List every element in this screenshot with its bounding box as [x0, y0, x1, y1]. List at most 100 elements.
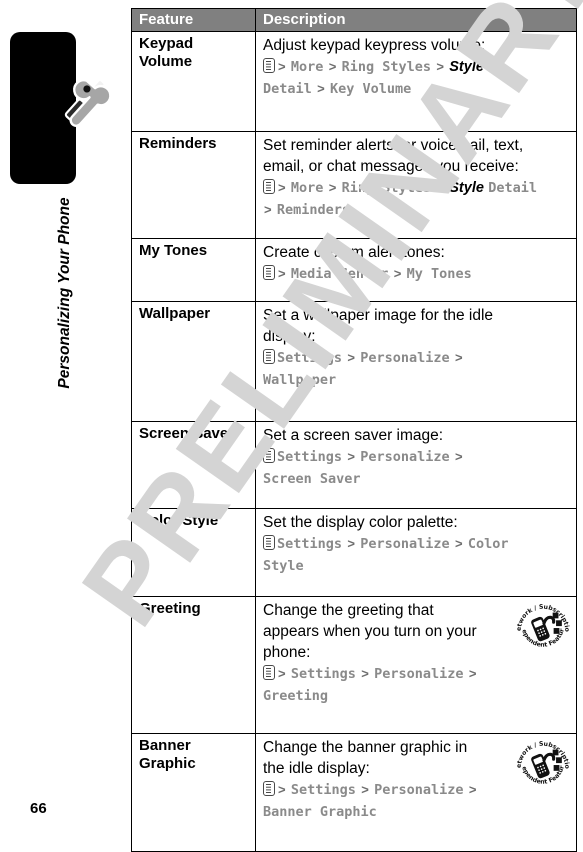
description-text: Set the display color palette: [263, 514, 458, 531]
table-row: My Tones Create custom alert tones: > Medi… [131, 238, 577, 302]
menu-path-item: My Tones [406, 266, 472, 282]
description-text: Adjust keypad keypress volume: [263, 37, 486, 54]
menu-path-separator: > [278, 782, 286, 797]
menu-path: > Media Center > My Tones [263, 263, 548, 285]
menu-path-item: More [290, 59, 324, 75]
table-row: Wallpaper Set a wallpaper image for the i… [131, 301, 577, 422]
menu-key-icon [263, 265, 275, 280]
menu-key-icon [263, 179, 275, 194]
menu-path-separator: > [328, 180, 337, 195]
menu-path-item: Personalize [360, 449, 450, 465]
menu-path-separator: > [347, 536, 355, 551]
wrench-screwdriver-icon [52, 72, 114, 134]
chapter-title-vertical: Personalizing Your Phone [56, 197, 73, 389]
menu-path-item: Key Volume [330, 81, 412, 97]
feature-name-cell: Keypad Volume [131, 31, 256, 132]
menu-path-item: Settings [277, 449, 343, 465]
menu-path-item: Ring Styles [341, 180, 432, 196]
feature-description-cell: Set a wallpaper image for the idle displ… [255, 301, 577, 422]
menu-key-icon [263, 349, 275, 364]
feature-name-cell: Color Style [131, 508, 256, 597]
menu-path-item: Detail [263, 81, 312, 97]
feature-description-cell: Set a screen saver image: Settings > Pers… [255, 421, 577, 509]
page-number: 66 [30, 800, 47, 817]
menu-path-item: Detail [488, 180, 538, 196]
table-header-row: Feature Description [131, 8, 577, 32]
chapter-sidebar: Personalizing Your Phone 66 [0, 0, 128, 837]
table-row: Reminders Set reminder alerts for voicema… [131, 131, 577, 239]
menu-path-item: Greeting [263, 688, 329, 704]
feature-name-cell: Wallpaper [131, 301, 256, 422]
menu-path-item: More [290, 180, 324, 196]
feature-description-cell: Set reminder alerts for voicemail, text,… [255, 131, 577, 239]
menu-path-item: Wallpaper [263, 372, 337, 388]
menu-path-separator: > [317, 81, 325, 96]
menu-path: Settings > Personalize > Screen Saver [263, 446, 511, 490]
menu-path-item: Media Center [290, 266, 389, 282]
menu-path: > More > Ring Styles > Style Detail > Ke… [263, 56, 511, 100]
menu-path-separator: > [454, 350, 463, 365]
menu-path-item: Personalize [374, 782, 464, 798]
network-subscription-dependent-feature-icon: Network / Subscription Dependent Feature [511, 732, 572, 795]
menu-path: > Settings > Personalize > Greeting [263, 663, 478, 707]
menu-path-item: Settings [290, 666, 356, 682]
network-subscription-dependent-feature-icon: Network / Subscription Dependent Feature [511, 595, 572, 658]
menu-path-separator: > [454, 449, 463, 464]
menu-path-item: Reminders [276, 202, 351, 218]
table-body: Keypad Volume Adjust keypad keypress volu… [131, 31, 577, 852]
menu-path-item: Screen Saver [263, 471, 361, 487]
menu-path-item: Ring Styles [341, 59, 432, 75]
menu-path-separator: > [347, 449, 355, 464]
menu-path-separator: > [278, 59, 286, 74]
table-row: Color Style Set the display color palette… [131, 508, 577, 597]
menu-path: > Settings > Personalize > Banner Graphi… [263, 779, 478, 823]
menu-path-separator: > [436, 180, 444, 195]
menu-path-separator: > [278, 666, 286, 681]
menu-path-variable: Style [449, 180, 484, 196]
menu-path-separator: > [436, 59, 444, 74]
feature-description-table: Feature Description Keypad Volume Adjust … [131, 8, 577, 852]
menu-path-separator: > [361, 666, 369, 681]
table-row: Greeting Network / Subscription Dependen… [131, 595, 577, 734]
feature-name-cell: Reminders [131, 131, 256, 239]
description-text: Set reminder alerts for voicemail, text,… [263, 137, 524, 175]
feature-name-cell: My Tones [131, 238, 256, 302]
table-row: Keypad Volume Adjust keypad keypress volu… [131, 31, 577, 132]
table-row: Banner Graphic Network / Subscription De… [131, 732, 577, 852]
menu-path-item: Banner Graphic [263, 804, 377, 820]
menu-path-separator: > [454, 536, 463, 551]
table-header: Feature Description [131, 8, 577, 32]
menu-path: Settings > Personalize > Wallpaper [263, 347, 511, 391]
menu-key-icon [263, 781, 275, 796]
menu-path: Settings > Personalize > Color Style [263, 533, 511, 577]
menu-path-variable: Style [449, 59, 484, 75]
menu-path-separator: > [264, 202, 272, 217]
column-header-feature: Feature [131, 8, 256, 32]
menu-path-separator: > [393, 266, 402, 281]
description-text: Set a screen saver image: [263, 427, 444, 444]
feature-description-cell: Network / Subscription Dependent Feature… [255, 595, 577, 734]
menu-key-icon [263, 448, 275, 463]
menu-key-icon [263, 58, 275, 73]
column-header-description: Description [255, 8, 577, 32]
feature-name-cell: Greeting [131, 596, 256, 734]
menu-path-separator: > [468, 782, 477, 797]
menu-key-icon [263, 535, 275, 550]
menu-path-separator: > [278, 266, 286, 281]
menu-path-separator: > [278, 180, 286, 195]
menu-path-item: Personalize [374, 666, 464, 682]
feature-description-cell: Network / Subscription Dependent Feature… [255, 732, 577, 852]
menu-path-separator: > [361, 782, 369, 797]
menu-path-item: Personalize [360, 536, 450, 552]
feature-description-cell: Create custom alert tones: > Media Center… [255, 238, 577, 302]
feature-name-cell: Screen Saver [131, 421, 256, 509]
menu-path-separator: > [328, 59, 337, 74]
feature-name-cell: Banner Graphic [131, 733, 256, 852]
description-text: Create custom alert tones: [263, 244, 445, 261]
description-text: Set a wallpaper image for the idle displ… [263, 307, 494, 345]
menu-key-icon [263, 665, 275, 680]
menu-path-item: Personalize [360, 350, 450, 366]
feature-description-cell: Set the display color palette: Settings >… [255, 508, 577, 597]
description-text: Change the banner graphic in the idle di… [263, 739, 468, 777]
feature-description-cell: Adjust keypad keypress volume: > More > R… [255, 31, 577, 132]
